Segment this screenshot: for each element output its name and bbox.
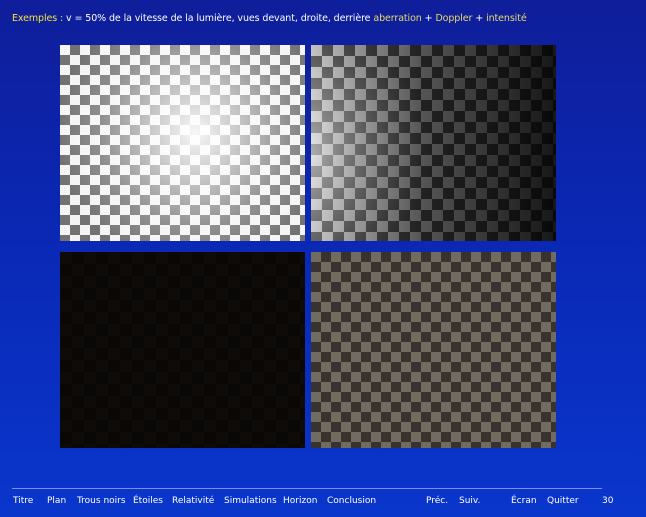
back-view-image [60, 252, 305, 448]
title-main: v = 50% de la vitesse de la lumière, vue… [66, 13, 371, 24]
title-intensity: intensité [486, 13, 527, 24]
nav-etoiles[interactable]: Étoiles [133, 496, 163, 506]
title-prefix: Exemples : [12, 13, 64, 24]
nav-relativite[interactable]: Relativité [172, 496, 214, 506]
title-doppler: Doppler [435, 13, 473, 24]
nav-titre[interactable]: Titre [13, 496, 33, 506]
page-number: 30 [602, 496, 614, 506]
title-aberration: aberration [373, 13, 422, 24]
nav-conclusion[interactable]: Conclusion [327, 496, 376, 506]
next-button[interactable]: Suiv. [459, 496, 480, 506]
footer-divider [12, 488, 602, 489]
right-view-image [311, 45, 556, 241]
prev-button[interactable]: Préc. [426, 496, 448, 506]
nav-simulations[interactable]: Simulations [224, 496, 277, 506]
front-view-image [60, 45, 305, 241]
nav-plan[interactable]: Plan [47, 496, 66, 506]
side-view-image [311, 252, 556, 448]
nav-trous-noirs[interactable]: Trous noirs [77, 496, 126, 506]
quit-button[interactable]: Quitter [547, 496, 579, 506]
slide-title: Exemples : v = 50% de la vitesse de la l… [12, 13, 527, 24]
screen-button[interactable]: Écran [511, 496, 537, 506]
nav-horizon[interactable]: Horizon [283, 496, 317, 506]
title-plus-2: + [475, 13, 484, 24]
title-plus-1: + [424, 13, 433, 24]
